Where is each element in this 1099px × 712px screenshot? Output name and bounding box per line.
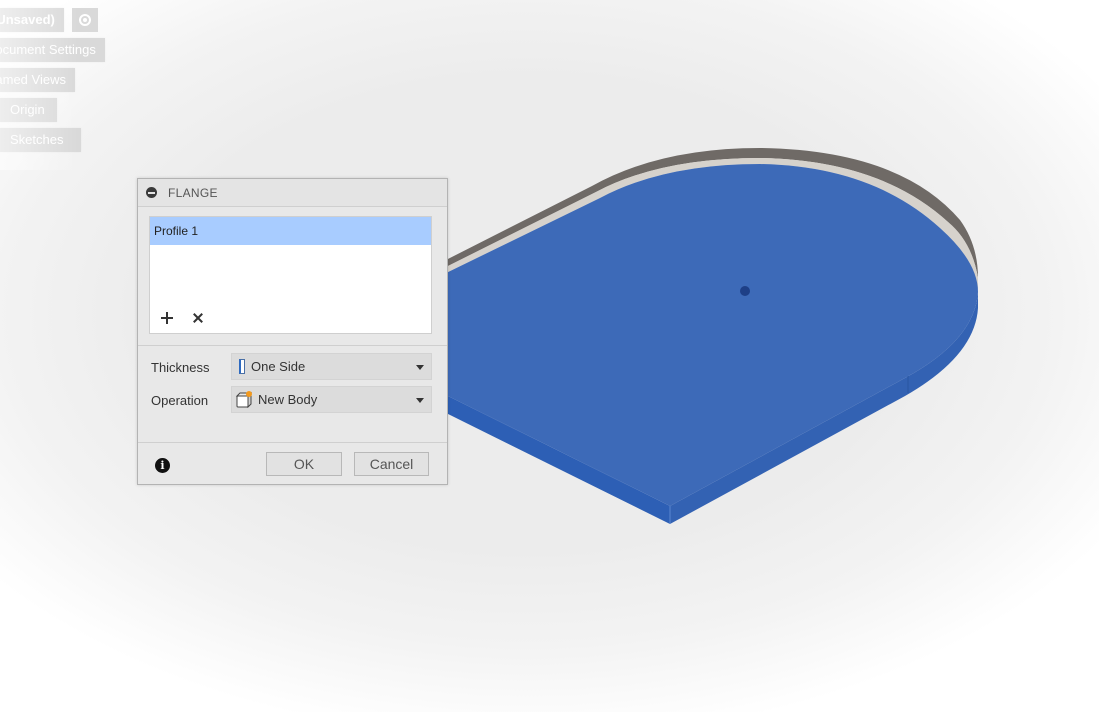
new-body-icon	[236, 391, 252, 408]
chevron-down-icon	[416, 398, 424, 403]
info-icon[interactable]: i	[155, 458, 170, 473]
chevron-down-icon	[416, 365, 424, 370]
list-item[interactable]: Profile 1	[150, 217, 431, 245]
center-point[interactable]	[740, 286, 750, 296]
operation-label: Operation	[151, 393, 209, 408]
plus-icon[interactable]	[160, 311, 174, 325]
one-side-icon	[239, 359, 245, 374]
browser-item-origin[interactable]: Origin	[0, 98, 57, 122]
browser-item-label: Named Views	[0, 72, 66, 87]
cancel-button[interactable]: Cancel	[354, 452, 429, 476]
dialog-title: FLANGE	[168, 185, 218, 200]
minus-circle-icon[interactable]	[146, 187, 157, 198]
divider	[138, 345, 447, 346]
operation-value: New Body	[258, 392, 318, 407]
thickness-value: One Side	[251, 359, 306, 374]
ok-button[interactable]: OK	[266, 452, 342, 476]
profile-selection-list[interactable]: Profile 1	[149, 216, 432, 334]
dialog-header[interactable]: FLANGE	[138, 179, 447, 207]
browser-item-document-settings[interactable]: Document Settings	[0, 38, 105, 62]
browser-item-sketches[interactable]: Sketches	[0, 128, 81, 152]
x-icon[interactable]	[192, 312, 204, 324]
flange-dialog: FLANGE Profile 1 Thickness One Side Oper…	[137, 178, 448, 485]
browser-item-named-views[interactable]: Named Views	[0, 68, 75, 92]
document-tab-label: (Unsaved)	[0, 12, 55, 27]
target-icon[interactable]	[72, 8, 98, 32]
divider	[138, 442, 447, 443]
canvas-viewport[interactable]: (Unsaved) Document Settings Named Views …	[0, 0, 1099, 712]
thickness-label: Thickness	[151, 360, 210, 375]
browser-item-label: Document Settings	[0, 42, 96, 57]
operation-select[interactable]: New Body	[231, 386, 432, 413]
browser-item-label: Origin	[10, 102, 45, 117]
thickness-select[interactable]: One Side	[231, 353, 432, 380]
flange-top-face	[440, 164, 978, 506]
document-tab[interactable]: (Unsaved)	[0, 8, 64, 32]
browser-item-label: Sketches	[10, 132, 64, 147]
